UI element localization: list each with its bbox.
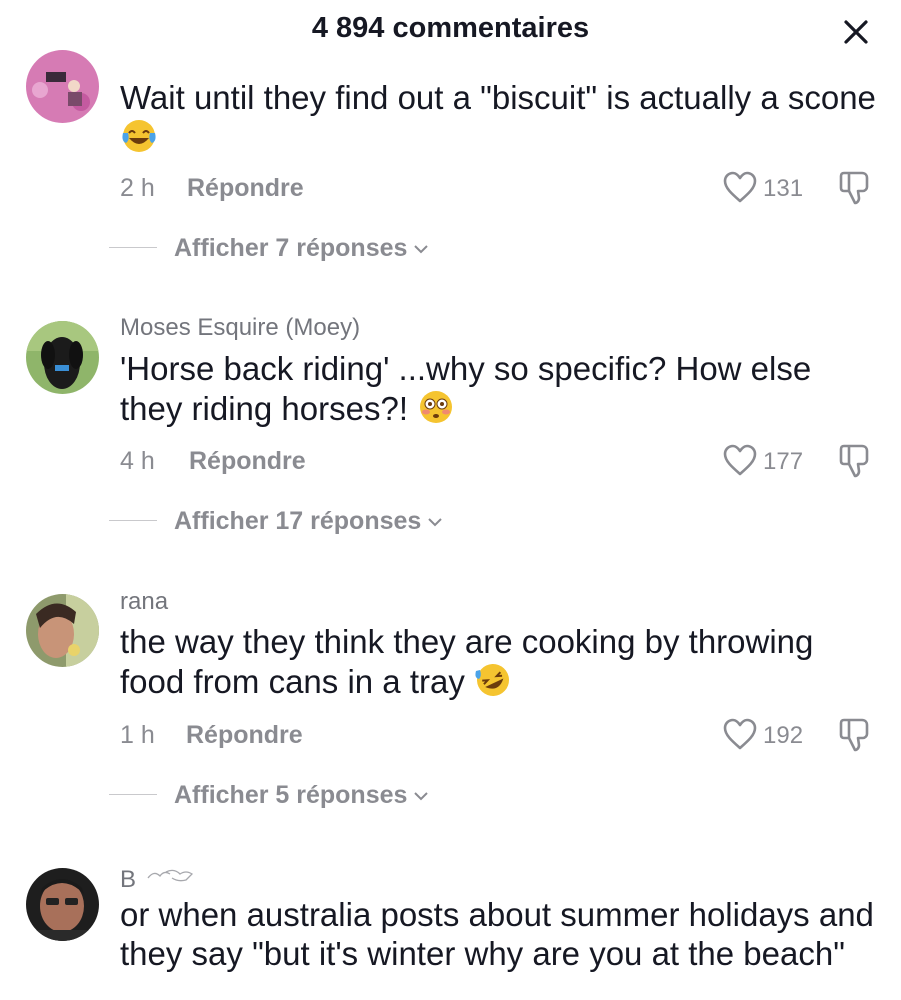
comment-username[interactable]: rana [120,588,168,616]
dislike-icon[interactable] [838,170,872,206]
divider [109,247,157,248]
close-icon[interactable] [838,14,874,50]
comment-time: 1 h [120,721,155,749]
like-count: 192 [763,722,804,749]
chevron-down-icon [414,792,429,801]
avatar[interactable] [26,321,99,394]
heart-icon[interactable] [722,443,758,477]
comment-text: Wait until they find out a "biscuit" is … [120,78,880,163]
view-replies-button[interactable]: Afficher 17 réponses [174,507,443,536]
dislike-icon[interactable] [838,717,872,753]
tears-of-joy-emoji-icon [120,117,158,163]
comment-text: the way they think they are cooking by t… [120,622,880,707]
comment-username[interactable]: B [120,866,200,895]
comment-time: 2 h [120,174,155,202]
avatar[interactable] [26,868,99,941]
chevron-down-icon [414,245,429,254]
heart-icon[interactable] [722,170,758,204]
divider [109,794,157,795]
dislike-icon[interactable] [838,443,872,479]
view-replies-button[interactable]: Afficher 5 réponses [174,781,429,810]
comment-time: 4 h [120,447,155,475]
like-count: 177 [763,448,804,475]
comments-header: 4 894 commentaires [0,0,901,62]
comment-text: or when australia posts about summer hol… [120,896,874,972]
avatar[interactable] [26,50,99,123]
divider [109,520,157,521]
flushed-face-emoji-icon [417,388,455,434]
rolling-laughing-emoji-icon [474,661,512,707]
comment-username[interactable]: Moses Esquire (Moey) [120,314,360,342]
comment-count-title: 4 894 commentaires [311,12,590,44]
reply-button[interactable]: Répondre [186,721,303,750]
reply-button[interactable]: Répondre [187,174,304,203]
like-count: 131 [763,175,804,202]
reply-button[interactable]: Répondre [189,447,306,476]
heart-icon[interactable] [722,717,758,751]
chevron-down-icon [428,518,443,527]
avatar[interactable] [26,594,99,667]
view-replies-button[interactable]: Afficher 7 réponses [174,234,429,263]
comment-text: 'Horse back riding' ...why so specific? … [120,349,880,434]
doves-decoration-icon [144,866,200,895]
